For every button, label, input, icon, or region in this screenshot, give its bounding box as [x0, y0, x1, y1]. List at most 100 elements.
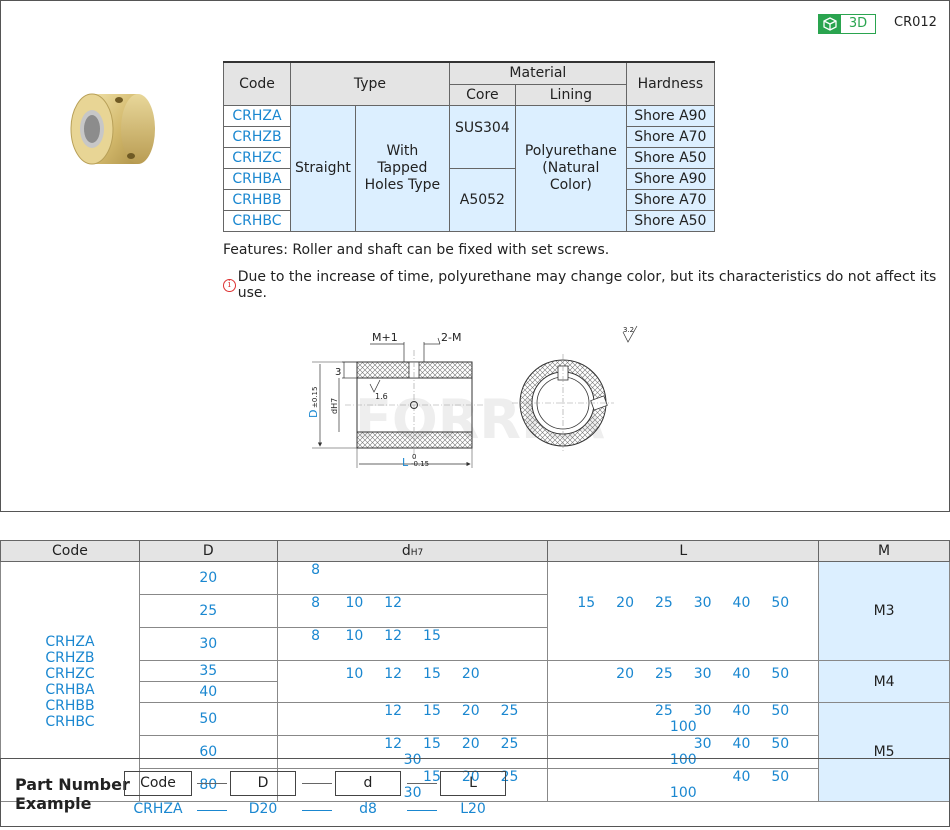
value-number: 8	[311, 562, 321, 578]
cube-icon	[819, 15, 841, 33]
value-number: 15	[423, 736, 441, 752]
spec-table: Code Type Material Hardness Core Lining …	[223, 61, 715, 232]
header-d: D	[138, 540, 278, 562]
value-number: 40	[732, 595, 751, 611]
spec-code: CRHBA	[223, 167, 291, 190]
pn-field-code: Code	[124, 771, 192, 796]
part-number-title: Part Number Example	[15, 775, 130, 813]
pn-example-connector	[197, 810, 227, 811]
d-value: 40	[138, 681, 278, 703]
header-dh7-label: dH7	[401, 543, 424, 559]
dh7-values: 8	[276, 561, 549, 595]
dh7-values: 12 15 20 25	[276, 702, 549, 736]
value-number: 25	[654, 703, 673, 719]
d-value: 30	[138, 627, 278, 661]
m-value: M4	[818, 660, 950, 703]
dim-l-tol-bottom: -0.15	[411, 460, 429, 468]
spec-code: CRHZB	[223, 125, 291, 148]
value-number: 20	[461, 703, 480, 719]
value-number: 30	[693, 595, 712, 611]
value-number: 8	[311, 628, 321, 644]
value-number: 20	[616, 595, 634, 611]
value-number: 12	[384, 595, 403, 611]
dh7-values: 8 10 12	[276, 594, 549, 628]
catalog-code: CR012	[894, 15, 937, 30]
l-values: 15 20 25 30 40 50	[547, 561, 820, 661]
value-number: 50	[771, 665, 790, 682]
code-item: CRHBA	[45, 681, 95, 698]
type-tapped: With Tapped Holes Type	[354, 104, 450, 232]
d-value: 25	[138, 594, 278, 628]
l-values: 25 30 40 50 100	[547, 702, 820, 736]
code-item: CRHBB	[45, 697, 95, 714]
pn-field-l: L	[440, 771, 506, 796]
value-number: 15	[423, 703, 441, 719]
value-number: 12	[384, 665, 403, 682]
header-code: Code	[0, 540, 140, 562]
title-line-2: Example	[15, 794, 92, 813]
pn-example-l: L20	[460, 801, 486, 817]
lining-material: Polyurethane (Natural Color)	[514, 104, 627, 232]
spec-code: CRHZC	[223, 146, 291, 169]
value-number: 10	[345, 628, 364, 644]
header-material: Material	[448, 61, 627, 85]
dh7-values: 8 10 12 15	[276, 627, 549, 661]
dim-l: L	[402, 456, 409, 469]
pn-example-connector	[407, 810, 437, 811]
header-lining: Lining	[514, 83, 627, 106]
value-number: 40	[732, 665, 751, 682]
spec-code: CRHBC	[223, 209, 291, 232]
header-core: Core	[448, 83, 516, 106]
code-item: CRHZC	[45, 665, 95, 682]
value-number: 12	[384, 736, 403, 752]
value-number: 25	[500, 703, 519, 719]
d-value: 35	[138, 660, 278, 682]
dh7-values: 10 12 15 20	[276, 660, 549, 703]
value-number: 50	[771, 703, 790, 719]
dim-m-plus-1: M+1	[372, 331, 398, 344]
l-values: 20 25 30 40 50	[547, 660, 820, 703]
value-number: 30	[693, 703, 712, 719]
value-number: 15	[423, 665, 441, 682]
value-number: 25	[654, 665, 673, 682]
spec-hardness: Shore A50	[625, 146, 715, 169]
info-icon: i	[223, 278, 236, 292]
value-number: 30	[693, 665, 712, 682]
pn-connector	[407, 783, 437, 784]
value-number: 50	[771, 736, 790, 752]
value-number: 30	[693, 736, 712, 752]
code-item: CRHZA	[45, 633, 95, 650]
value-number: 20	[461, 665, 480, 682]
value-number: 20	[461, 736, 480, 752]
dim-d: D	[307, 410, 320, 418]
value-number: 50	[771, 595, 790, 611]
value-number: 15	[577, 595, 596, 611]
spec-hardness: Shore A70	[625, 125, 715, 148]
title-line-1: Part Number	[15, 775, 130, 794]
spec-hardness: Shore A90	[625, 104, 715, 127]
value-number: 10	[345, 665, 364, 682]
value-number: 40	[732, 736, 751, 752]
3d-model-button[interactable]: 3D	[818, 14, 876, 34]
pn-example-code: CRHZA	[133, 801, 183, 817]
value-number: 20	[616, 665, 634, 682]
header-m: M	[818, 540, 950, 562]
code-item: CRHBC	[45, 713, 95, 730]
3d-label: 3D	[848, 16, 868, 31]
d-value: 20	[138, 561, 278, 595]
type-straight: Straight	[290, 104, 356, 232]
header-hardness: Hardness	[625, 61, 715, 106]
value-number: 40	[732, 703, 751, 719]
spec-code: CRHBB	[223, 188, 291, 211]
pn-example-small-d: d8	[359, 801, 377, 817]
dim-3: 3	[335, 367, 341, 378]
d-value: 50	[138, 702, 278, 736]
product-image	[70, 93, 155, 165]
value-number: 8	[311, 595, 321, 611]
roughness-1-6: 1.6	[375, 392, 388, 401]
roughness-3-2: 3.2	[623, 326, 634, 334]
spec-hardness: Shore A50	[625, 209, 715, 232]
dim-2-m: 2-M	[441, 331, 461, 344]
pn-connector	[197, 783, 227, 784]
header-l: L	[547, 540, 820, 562]
